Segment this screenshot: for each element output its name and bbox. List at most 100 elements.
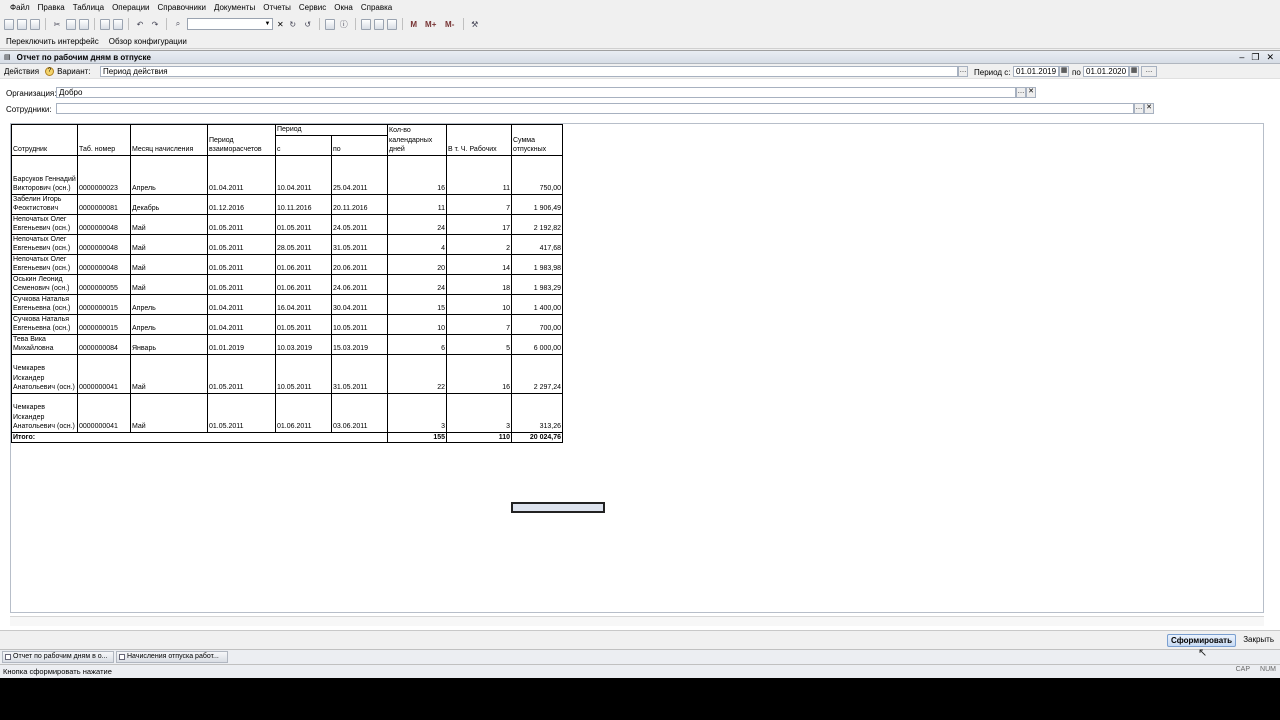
period-from-cell[interactable]: 10.05.2011	[275, 353, 332, 394]
menu-documents[interactable]: Документы	[210, 3, 259, 12]
menu-catalogs[interactable]: Справочники	[154, 3, 210, 12]
menu-operations[interactable]: Операции	[108, 3, 153, 12]
close-button[interactable]: Закрыть	[1243, 634, 1274, 647]
working-days-cell[interactable]: 14	[446, 253, 512, 275]
working-days-cell[interactable]: 17	[446, 213, 512, 235]
organization-select-button[interactable]: …	[1016, 87, 1026, 98]
employee-cell[interactable]: Сучкова Наталья Евгеньевна (осн.)	[11, 313, 78, 335]
vacation-sum-cell[interactable]: 700,00	[511, 313, 563, 335]
period-to-cell[interactable]: 03.06.2011	[331, 392, 388, 433]
period-to-field[interactable]: 01.01.2020	[1083, 66, 1129, 77]
working-days-cell[interactable]: 5	[446, 333, 512, 355]
notes-icon[interactable]	[373, 18, 384, 30]
period-to-cell[interactable]: 24.06.2011	[331, 273, 388, 295]
working-days-cell[interactable]: 7	[446, 193, 512, 215]
vacation-sum-cell[interactable]: 1 400,00	[511, 293, 563, 315]
menu-windows[interactable]: Окна	[330, 3, 357, 12]
vacation-sum-cell[interactable]: 2 297,24	[511, 353, 563, 394]
info-icon[interactable]: ⓘ	[338, 18, 350, 30]
calendar-days-cell[interactable]: 6	[387, 333, 447, 355]
period-from-cell[interactable]: 01.06.2011	[275, 273, 332, 295]
print-icon[interactable]	[100, 18, 110, 30]
config-review-button[interactable]: Обзор конфигурации	[109, 37, 187, 46]
employee-cell[interactable]: Чемкарев Искандер Анатольевич (осн.)	[11, 353, 78, 394]
clear-search-icon[interactable]: ✕	[277, 20, 284, 29]
vacation-sum-cell[interactable]: 6 000,00	[511, 333, 563, 355]
period-to-cell[interactable]: 24.05.2011	[331, 213, 388, 235]
month-cell[interactable]: Апрель	[130, 154, 208, 195]
working-days-cell[interactable]: 7	[446, 313, 512, 335]
calendar-days-cell[interactable]: 10	[387, 313, 447, 335]
memory-plus-icon[interactable]: M+	[423, 18, 439, 30]
settlement-cell[interactable]: 01.04.2011	[207, 154, 276, 195]
menu-service[interactable]: Сервис	[295, 3, 330, 12]
period-from-field[interactable]: 01.01.2019	[1013, 66, 1059, 77]
copy-icon[interactable]	[66, 18, 76, 30]
month-cell[interactable]: Январь	[130, 333, 208, 355]
undo-icon[interactable]: ↶	[134, 18, 146, 30]
open-folder-icon[interactable]	[17, 18, 27, 30]
period-to-cell[interactable]: 31.05.2011	[331, 233, 388, 255]
period-from-cell[interactable]: 16.04.2011	[275, 293, 332, 315]
tab-number-cell[interactable]: 0000000041	[77, 392, 131, 433]
vacation-sum-cell[interactable]: 417,68	[511, 233, 563, 255]
calendar-days-cell[interactable]: 24	[387, 213, 447, 235]
working-days-cell[interactable]: 10	[446, 293, 512, 315]
settlement-cell[interactable]: 01.04.2011	[207, 313, 276, 335]
month-cell[interactable]: Май	[130, 213, 208, 235]
switch-interface-button[interactable]: Переключить интерфейс	[6, 37, 99, 46]
settlement-cell[interactable]: 01.05.2011	[207, 353, 276, 394]
maximize-icon[interactable]: ❐	[1251, 52, 1259, 63]
calculator-icon[interactable]	[386, 18, 397, 30]
employees-select-button[interactable]: …	[1134, 103, 1144, 114]
working-days-cell[interactable]: 2	[446, 233, 512, 255]
employee-cell[interactable]: Оськин Леонид Семенович (осн.)	[11, 273, 78, 295]
employees-clear-icon[interactable]: ✕	[1144, 103, 1154, 114]
employee-cell[interactable]: Непочатых Олег Евгеньевич (осн.)	[11, 213, 78, 235]
menu-table[interactable]: Таблица	[69, 3, 108, 12]
period-to-cell[interactable]: 31.05.2011	[331, 353, 388, 394]
menu-file[interactable]: Файл	[6, 3, 34, 12]
cut-icon[interactable]: ✂	[51, 18, 63, 30]
period-from-cell[interactable]: 01.06.2011	[275, 392, 332, 433]
period-to-cell[interactable]: 30.04.2011	[331, 293, 388, 315]
employee-cell[interactable]: Непочатых Олег Евгеньевич (осн.)	[11, 233, 78, 255]
horizontal-scrollbar[interactable]	[10, 616, 1264, 626]
vertical-scrollbar[interactable]	[1265, 123, 1277, 618]
period-from-cell[interactable]: 10.11.2016	[275, 193, 332, 215]
calendar-days-cell[interactable]: 4	[387, 233, 447, 255]
settlement-cell[interactable]: 01.05.2011	[207, 392, 276, 433]
tab-number-cell[interactable]: 0000000048	[77, 213, 131, 235]
month-cell[interactable]: Май	[130, 353, 208, 394]
search-input[interactable]: ▼	[187, 18, 273, 30]
vacation-sum-cell[interactable]: 750,00	[511, 154, 563, 195]
variant-field[interactable]: Период действия	[100, 66, 958, 77]
settlement-cell[interactable]: 01.04.2011	[207, 293, 276, 315]
redo-icon[interactable]: ↷	[149, 18, 161, 30]
total-sum-cell[interactable]: 20 024,76	[511, 431, 563, 443]
month-cell[interactable]: Май	[130, 233, 208, 255]
settlement-cell[interactable]: 01.05.2011	[207, 253, 276, 275]
month-cell[interactable]: Май	[130, 253, 208, 275]
actions-menu-button[interactable]: Действия	[4, 67, 39, 76]
period-select-button[interactable]: …	[1141, 66, 1157, 77]
period-to-cell[interactable]: 25.04.2011	[331, 154, 388, 195]
period-from-cell[interactable]: 01.06.2011	[275, 253, 332, 275]
help-icon[interactable]: ?	[45, 66, 55, 76]
calendar-days-cell[interactable]: 16	[387, 154, 447, 195]
vacation-sum-cell[interactable]: 2 192,82	[511, 213, 563, 235]
memory-minus-icon[interactable]: M-	[442, 18, 458, 30]
total-label-cell[interactable]: Итого:	[11, 431, 388, 443]
find-prev-icon[interactable]: ↺	[302, 18, 314, 30]
period-from-cell[interactable]: 01.05.2011	[275, 313, 332, 335]
working-days-cell[interactable]: 3	[446, 392, 512, 433]
report-spreadsheet[interactable]: Сотрудник Таб. номер Месяц начисления Пе…	[10, 123, 1264, 613]
menu-edit[interactable]: Правка	[34, 3, 69, 12]
period-to-cell[interactable]: 20.06.2011	[331, 253, 388, 275]
total-working-days-cell[interactable]: 110	[446, 431, 512, 443]
calendar-to-icon[interactable]: ▦	[1129, 66, 1139, 77]
settlement-cell[interactable]: 01.05.2011	[207, 213, 276, 235]
search-icon[interactable]: ⌕	[172, 18, 184, 30]
employee-cell[interactable]: Тева Вика Михайловна	[11, 333, 78, 355]
month-cell[interactable]: Май	[130, 392, 208, 433]
